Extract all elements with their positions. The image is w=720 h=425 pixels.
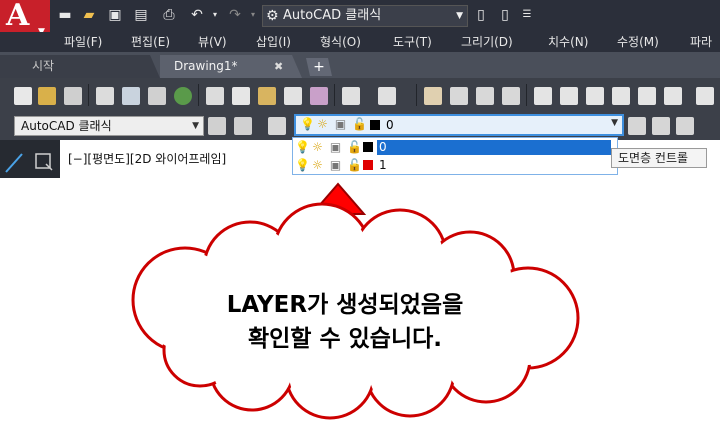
callout-line-1: LAYER가 생성되었음을 bbox=[226, 292, 464, 318]
callout-line-2: 확인할 수 있습니다. bbox=[247, 326, 443, 352]
callout-text: LAYER가 생성되었음을 확인할 수 있습니다. bbox=[170, 288, 520, 356]
callout-overlay bbox=[131, 182, 580, 420]
